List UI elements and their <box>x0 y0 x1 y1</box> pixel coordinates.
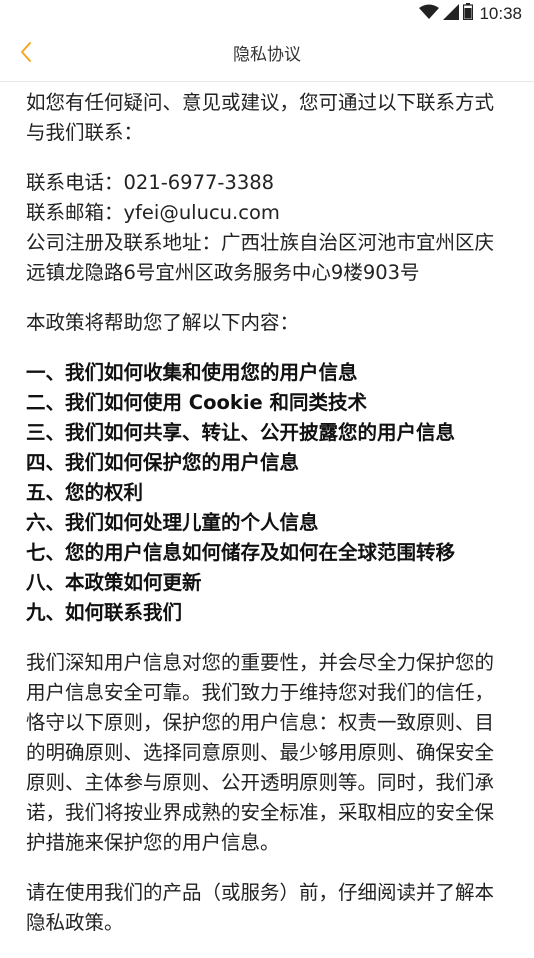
principles-paragraph: 我们深知用户信息对您的重要性，并会尽全力保护您的用户信息安全可靠。我们致力于维持… <box>26 651 495 854</box>
contact-address: 公司注册及联系地址：广西壮族自治区河池市宜州区庆远镇龙隐路6号宜州区政务服务中心… <box>26 231 495 284</box>
toc-item: 二、我们如何使用 Cookie 和同类技术 <box>26 391 368 414</box>
table-of-contents: 一、我们如何收集和使用您的用户信息 二、我们如何使用 Cookie 和同类技术 … <box>26 358 510 628</box>
policy-content: 如您有任何疑问、意见或建议，您可通过以下联系方式与我们联系： 联系电话：021-… <box>26 88 510 958</box>
page-title: 隐私协议 <box>233 45 301 65</box>
contact-email: 联系邮箱：yfei@ulucu.com <box>26 201 280 224</box>
signal-icon <box>443 3 460 25</box>
toc-item: 五、您的权利 <box>26 481 144 504</box>
status-bar: 10:38 <box>0 0 534 28</box>
toc-item: 三、我们如何共享、转让、公开披露您的用户信息 <box>26 421 456 444</box>
contact-details: 联系电话：021-6977-3388 联系邮箱：yfei@ulucu.com 公… <box>26 168 510 288</box>
status-icons <box>419 3 474 25</box>
toc-item: 六、我们如何处理儿童的个人信息 <box>26 511 319 534</box>
nav-bar: 隐私协议 <box>0 28 534 82</box>
battery-icon <box>463 3 474 25</box>
status-time: 10:38 <box>479 4 522 23</box>
toc-item: 九、如何联系我们 <box>26 601 183 624</box>
contact-intro: 如您有任何疑问、意见或建议，您可通过以下联系方式与我们联系： <box>26 91 495 144</box>
help-intro: 本政策将帮助您了解以下内容： <box>26 311 300 334</box>
toc-item: 八、本政策如何更新 <box>26 571 202 594</box>
toc-item: 四、我们如何保护您的用户信息 <box>26 451 300 474</box>
toc-item: 七、您的用户信息如何储存及如何在全球范围转移 <box>26 541 456 564</box>
toc-item: 一、我们如何收集和使用您的用户信息 <box>26 361 358 384</box>
wifi-icon <box>419 4 440 25</box>
contact-phone: 联系电话：021-6977-3388 <box>26 171 275 194</box>
read-notice: 请在使用我们的产品（或服务）前，仔细阅读并了解本隐私政策。 <box>26 881 495 934</box>
